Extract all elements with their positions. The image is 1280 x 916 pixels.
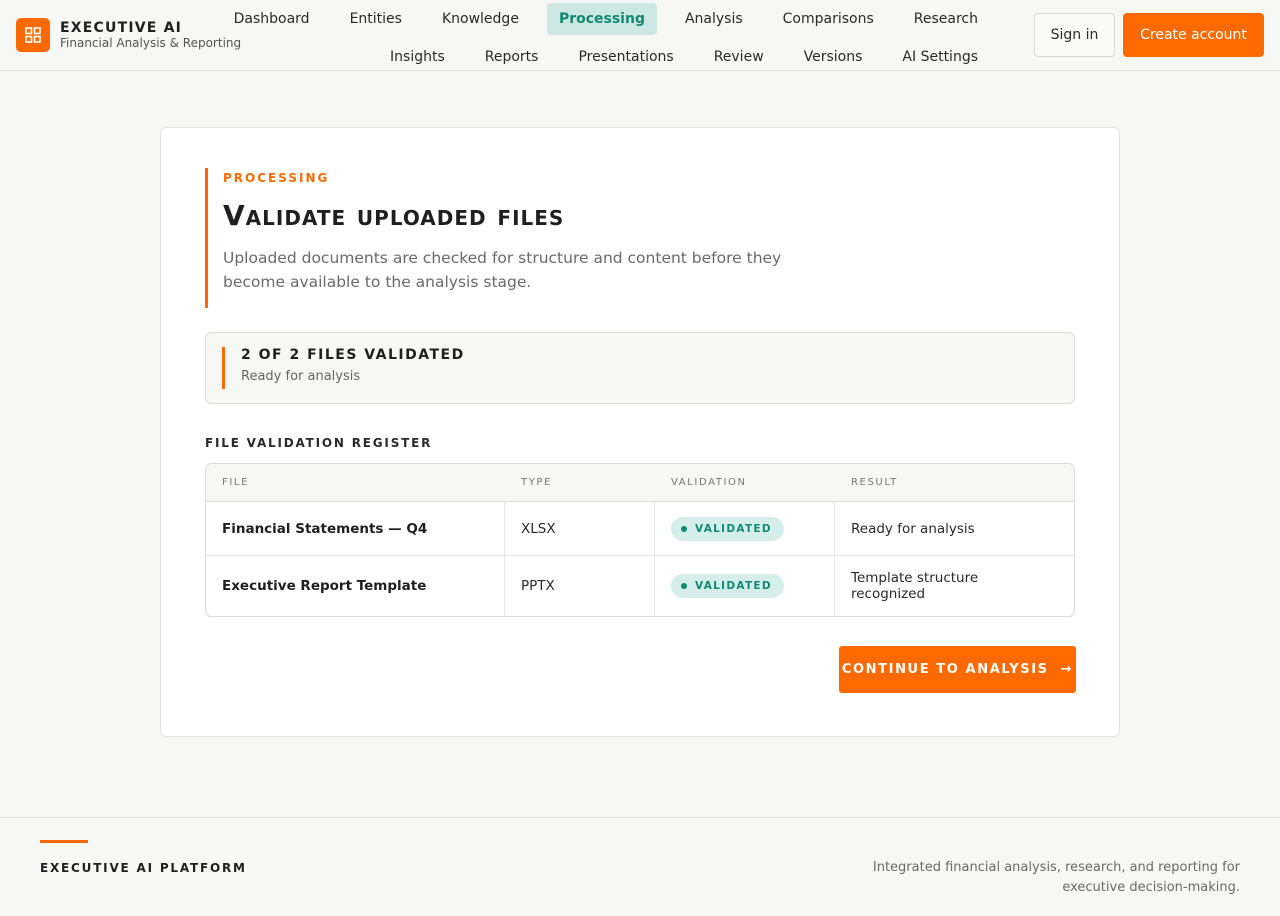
table-row[interactable]: Financial Statements — Q4 XLSX VALIDATED… xyxy=(206,502,1074,556)
nav-insights[interactable]: Insights xyxy=(378,41,457,73)
brand-name: EXECUTIVE AI xyxy=(60,20,183,36)
footer: EXECUTIVE AI PLATFORM Integrated financi… xyxy=(0,817,1280,916)
continue-to-analysis-button[interactable]: CONTINUE TO ANALYSIS → xyxy=(839,646,1076,693)
table-header: FILE TYPE VALIDATION RESULT xyxy=(206,464,1074,502)
nav-comparisons[interactable]: Comparisons xyxy=(771,3,886,35)
nav-presentations[interactable]: Presentations xyxy=(566,41,685,73)
grid-icon xyxy=(16,18,50,52)
cell-file: Executive Report Template xyxy=(206,556,505,616)
status-dot-icon xyxy=(681,525,687,532)
validation-card: PROCESSING Validate uploaded files Uploa… xyxy=(160,127,1120,737)
top-bar: EXECUTIVE AI Financial Analysis & Report… xyxy=(0,0,1280,71)
page-title: Validate uploaded files xyxy=(223,199,565,232)
nav-row-2: Insights Reports Presentations Review Ve… xyxy=(230,38,990,76)
nav-dashboard[interactable]: Dashboard xyxy=(222,3,322,35)
nav-knowledge[interactable]: Knowledge xyxy=(430,3,531,35)
summary-title: 2 OF 2 FILES VALIDATED xyxy=(241,347,465,363)
status-badge: VALIDATED xyxy=(671,516,784,541)
nav-research[interactable]: Research xyxy=(902,3,990,35)
arrow-right-icon: → xyxy=(1060,662,1074,677)
nav-analysis[interactable]: Analysis xyxy=(673,3,755,35)
column-header-validation: VALIDATION xyxy=(671,477,747,488)
register-label: FILE VALIDATION REGISTER xyxy=(205,436,433,450)
column-header-result: RESULT xyxy=(851,477,898,488)
status-badge: VALIDATED xyxy=(671,574,784,598)
page-eyebrow: PROCESSING xyxy=(223,171,330,185)
page-header: PROCESSING Validate uploaded files Uploa… xyxy=(205,168,825,308)
summary-content: 2 OF 2 FILES VALIDATED Ready for analysi… xyxy=(222,347,465,389)
cell-result: Ready for analysis xyxy=(851,520,975,537)
status-dot-icon xyxy=(681,583,687,589)
status-badge-label: VALIDATED xyxy=(695,522,772,535)
cell-validation: VALIDATED xyxy=(655,502,835,555)
footer-accent-bar xyxy=(40,840,88,843)
brand-text: EXECUTIVE AI Financial Analysis & Report… xyxy=(60,20,241,50)
nav-row-1: Dashboard Entities Knowledge Processing … xyxy=(230,0,990,38)
nav-reports[interactable]: Reports xyxy=(473,41,551,73)
main-nav: Dashboard Entities Knowledge Processing … xyxy=(230,0,990,76)
file-validation-table: FILE TYPE VALIDATION RESULT Financial St… xyxy=(205,463,1075,617)
brand[interactable]: EXECUTIVE AI Financial Analysis & Report… xyxy=(16,18,241,52)
validation-summary: 2 OF 2 FILES VALIDATED Ready for analysi… xyxy=(205,332,1075,404)
cell-type: PPTX xyxy=(505,556,655,616)
status-badge-label: VALIDATED xyxy=(695,580,772,592)
cell-result: Template structure recognized xyxy=(851,570,979,602)
footer-title: EXECUTIVE AI PLATFORM xyxy=(40,861,247,875)
column-header-type: TYPE xyxy=(521,477,552,488)
nav-review[interactable]: Review xyxy=(702,41,776,73)
sign-in-button[interactable]: Sign in xyxy=(1034,13,1115,57)
nav-processing[interactable]: Processing xyxy=(546,3,657,35)
cell-type: XLSX xyxy=(505,502,655,555)
nav-ai-settings[interactable]: AI Settings xyxy=(890,41,990,73)
create-account-button[interactable]: Create account xyxy=(1123,13,1264,57)
continue-button-label: CONTINUE TO ANALYSIS xyxy=(841,662,1049,677)
column-header-file: FILE xyxy=(222,477,249,488)
nav-entities[interactable]: Entities xyxy=(338,3,414,35)
cell-file: Financial Statements — Q4 xyxy=(206,502,505,555)
summary-subtitle: Ready for analysis xyxy=(241,369,361,384)
table-row[interactable]: Executive Report Template PPTX VALIDATED… xyxy=(206,556,1074,616)
footer-description: Integrated financial analysis, research,… xyxy=(872,860,1240,895)
brand-subtitle: Financial Analysis & Reporting xyxy=(60,36,242,50)
page-description: Uploaded documents are checked for struc… xyxy=(223,249,782,291)
cell-validation: VALIDATED xyxy=(655,556,835,616)
nav-versions[interactable]: Versions xyxy=(792,41,875,73)
